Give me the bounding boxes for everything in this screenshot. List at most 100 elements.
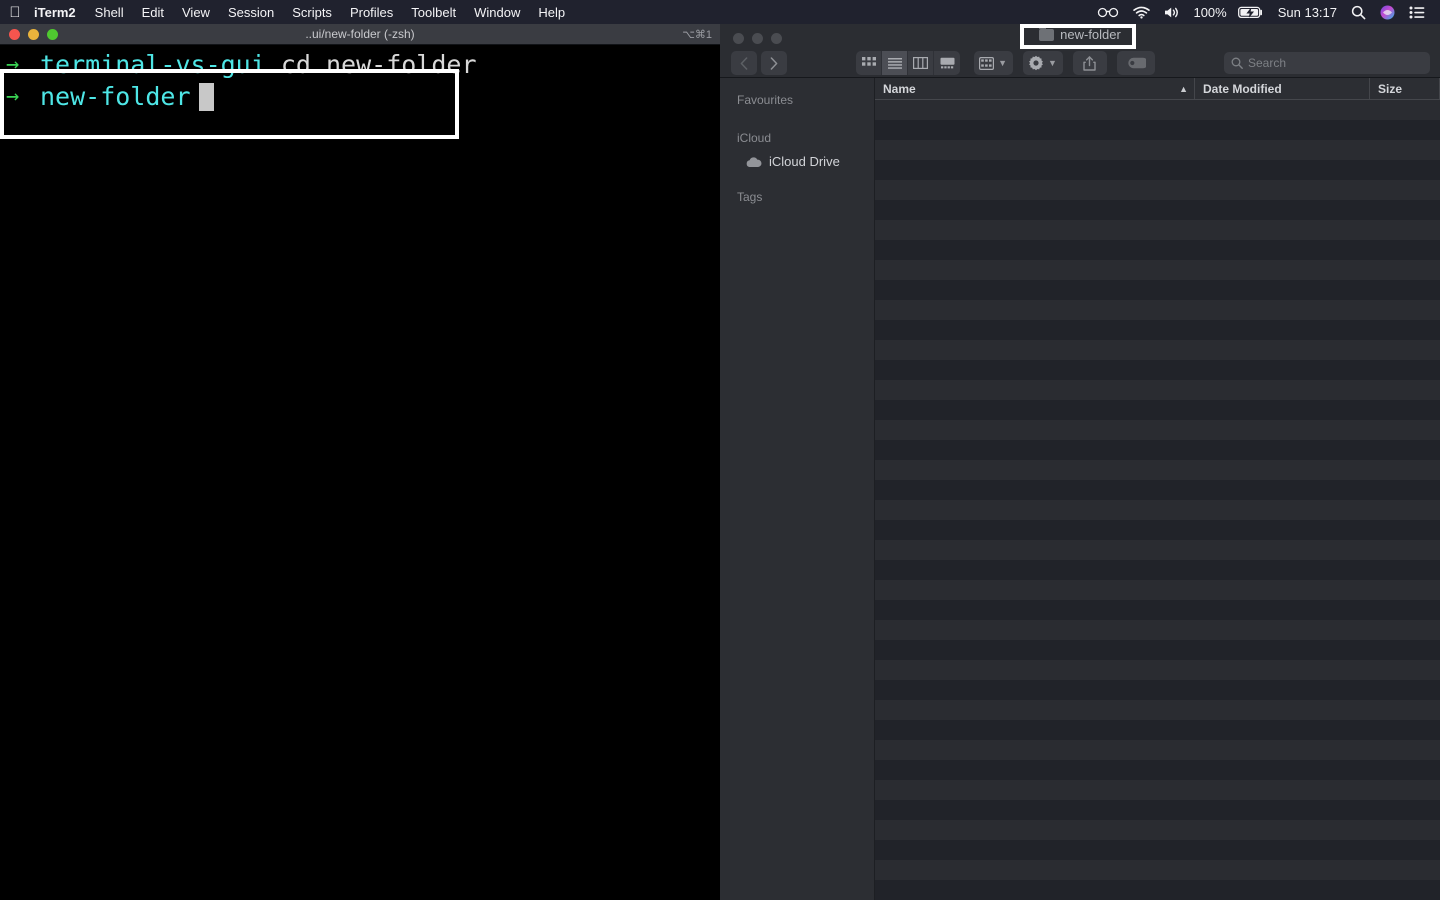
view-mode-segmented-control: [856, 51, 961, 75]
file-list-empty-row: [875, 600, 1440, 620]
control-center-icon[interactable]: [1402, 0, 1432, 24]
terminal-window-title: ..ui/new-folder (-zsh): [305, 27, 415, 41]
file-list-empty-row: [875, 820, 1440, 840]
file-list-empty-row: [875, 680, 1440, 700]
file-list-empty-row: [875, 700, 1440, 720]
sidebar-item-label: iCloud Drive: [769, 154, 840, 169]
screen:  iTerm2 Shell Edit View Session Scripts…: [0, 0, 1440, 900]
close-button[interactable]: [9, 28, 20, 40]
forward-button[interactable]: [761, 51, 787, 75]
file-list-empty-row: [875, 320, 1440, 340]
file-list-empty-row: [875, 860, 1440, 880]
column-view-button[interactable]: [908, 51, 935, 75]
terminal-title-bar[interactable]: ..ui/new-folder (-zsh) ⌥⌘1: [0, 24, 720, 45]
prompt-arrow-icon: →: [6, 52, 20, 77]
file-list-empty-row: [875, 160, 1440, 180]
file-list-empty-row: [875, 720, 1440, 740]
menu-item-profiles[interactable]: Profiles: [341, 0, 402, 24]
search-input[interactable]: Search: [1224, 52, 1430, 74]
back-button[interactable]: [731, 51, 757, 75]
group-by-dropdown[interactable]: ▼: [974, 51, 1013, 75]
search-icon: [1231, 57, 1243, 69]
column-header-size[interactable]: Size: [1370, 78, 1440, 99]
file-list-empty-row: [875, 140, 1440, 160]
menu-bar-status-items: 100% Sun 13:17: [1090, 0, 1440, 24]
battery-percentage-label: 100%: [1193, 4, 1227, 20]
column-header-date-label: Date Modified: [1203, 81, 1282, 96]
terminal-output-area[interactable]: → terminal-vs-gui cd new-folder → new-fold…: [0, 45, 720, 900]
file-list-empty-row: [875, 840, 1440, 860]
group-icon: [979, 56, 995, 70]
menu-bar-clock[interactable]: Sun 13:17: [1271, 0, 1344, 24]
minimize-button[interactable]: [28, 28, 39, 40]
prompt-arrow-icon: →: [6, 84, 20, 109]
file-list-empty-row: [875, 540, 1440, 560]
terminal-traffic-lights: [0, 28, 58, 40]
finder-toolbar: new-folder ▼ ▼ Search: [720, 24, 1440, 78]
file-list-empty-row: [875, 120, 1440, 140]
siri-icon[interactable]: [1373, 0, 1402, 24]
file-list-empty-row: [875, 440, 1440, 460]
file-list-empty-row: [875, 660, 1440, 680]
menu-item-iterm2[interactable]: iTerm2: [30, 0, 86, 24]
menu-item-scripts[interactable]: Scripts: [283, 0, 341, 24]
menu-bar-items:  iTerm2 Shell Edit View Session Scripts…: [0, 0, 574, 24]
file-list-empty-row: [875, 100, 1440, 120]
maximize-button[interactable]: [47, 28, 58, 40]
menu-item-session[interactable]: Session: [219, 0, 283, 24]
edit-tags-button[interactable]: [1116, 51, 1155, 75]
menu-item-toolbelt[interactable]: Toolbelt: [402, 0, 465, 24]
terminal-line: → new-folder: [0, 81, 720, 113]
menu-item-window[interactable]: Window: [465, 0, 529, 24]
icon-view-button[interactable]: [856, 51, 883, 75]
sidebar-item-icloud-drive[interactable]: iCloud Drive: [720, 151, 874, 172]
file-list-empty-row: [875, 760, 1440, 780]
wifi-icon[interactable]: [1126, 0, 1157, 24]
file-list-empty-row: [875, 520, 1440, 540]
file-list-empty-row: [875, 740, 1440, 760]
file-list-empty-row: [875, 460, 1440, 480]
file-list-empty-row: [875, 780, 1440, 800]
search-placeholder: Search: [1248, 56, 1287, 70]
glasses-icon[interactable]: [1090, 0, 1126, 24]
file-list-empty-row: [875, 880, 1440, 900]
file-list-empty-row: [875, 340, 1440, 360]
finder-title-label: new-folder: [1060, 27, 1121, 42]
chevron-down-icon: ▼: [1048, 58, 1057, 68]
column-header-name[interactable]: Name ▲: [875, 78, 1195, 99]
gallery-view-button[interactable]: [934, 51, 960, 75]
column-header-size-label: Size: [1378, 81, 1403, 96]
terminal-cwd: terminal-vs-gui: [40, 50, 266, 79]
column-header-date-modified[interactable]: Date Modified: [1195, 78, 1370, 99]
menu-item-edit[interactable]: Edit: [133, 0, 173, 24]
file-list-empty-row: [875, 180, 1440, 200]
finder-content: Favourites iCloud iCloud Drive Tags Name…: [720, 78, 1440, 900]
sidebar-section-favourites: Favourites: [737, 93, 794, 107]
menu-item-help[interactable]: Help: [529, 0, 574, 24]
action-dropdown[interactable]: ▼: [1023, 51, 1063, 75]
apple-logo-icon[interactable]: : [0, 0, 30, 24]
file-list-empty-row: [875, 200, 1440, 220]
sidebar-section-icloud: iCloud: [737, 131, 772, 145]
menu-item-shell[interactable]: Shell: [86, 0, 133, 24]
file-list-empty-row: [875, 800, 1440, 820]
finder-sidebar: Favourites iCloud iCloud Drive Tags: [720, 78, 875, 900]
icloud-icon: [745, 156, 762, 168]
finder-window-title[interactable]: new-folder: [720, 25, 1440, 42]
spotlight-search-icon[interactable]: [1344, 0, 1373, 24]
file-list-empty-row: [875, 220, 1440, 240]
file-list-empty-row: [875, 300, 1440, 320]
list-view-button[interactable]: [882, 51, 909, 75]
file-list-empty-row: [875, 240, 1440, 260]
finder-file-list[interactable]: Name ▲ Date Modified Size: [875, 78, 1440, 900]
menu-item-view[interactable]: View: [173, 0, 219, 24]
terminal-cursor: [198, 83, 214, 111]
navigation-buttons: [731, 51, 787, 75]
file-list-rows-empty: [875, 100, 1440, 900]
iterm2-window: ..ui/new-folder (-zsh) ⌥⌘1 → terminal-vs-…: [0, 24, 720, 900]
share-button[interactable]: [1072, 51, 1107, 75]
macos-menu-bar:  iTerm2 Shell Edit View Session Scripts…: [0, 0, 1440, 24]
battery-charging-icon[interactable]: [1231, 0, 1271, 24]
volume-icon[interactable]: [1157, 0, 1187, 24]
sort-ascending-icon: ▲: [1179, 83, 1188, 94]
